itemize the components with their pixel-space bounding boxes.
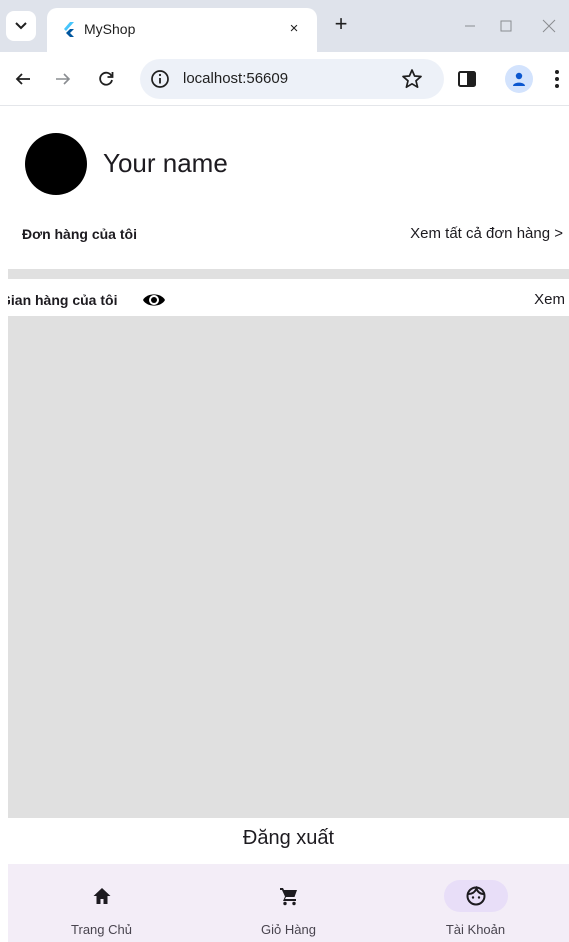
shopping-cart-icon xyxy=(279,888,297,906)
minimize-icon xyxy=(465,25,475,27)
nav-label-account: Tài Khoản xyxy=(445,922,506,937)
tab-search-button[interactable] xyxy=(6,11,36,41)
profile-button[interactable] xyxy=(505,65,533,93)
nav-item-account[interactable]: Tài Khoản xyxy=(382,864,569,942)
store-content-area xyxy=(8,316,569,818)
tab-title: MyShop xyxy=(84,21,136,37)
view-all-orders-link[interactable]: Xem tất cả đơn hàng > xyxy=(410,225,563,242)
flutter-icon xyxy=(64,22,74,37)
new-tab-button[interactable]: + xyxy=(328,12,354,38)
forward-arrow-icon xyxy=(56,73,71,85)
url-text: localhost:56609 xyxy=(183,70,289,87)
nav-icon-container-active xyxy=(443,880,508,912)
browser-tab[interactable]: MyShop × xyxy=(47,8,317,52)
my-store-title: Gian hàng của tôi xyxy=(8,292,118,308)
plus-icon: + xyxy=(334,11,348,36)
view-store-link[interactable]: Xem xyxy=(534,291,565,308)
info-icon xyxy=(151,70,169,88)
kebab-menu-icon[interactable] xyxy=(548,66,566,92)
minimize-button[interactable] xyxy=(450,8,490,44)
nav-item-home[interactable]: Trang Chủ xyxy=(8,864,195,942)
tab-search-icon xyxy=(15,22,27,30)
nav-label-home: Trang Chủ xyxy=(71,922,132,937)
tab-close-button[interactable]: × xyxy=(283,18,305,40)
back-button[interactable] xyxy=(8,64,38,94)
maximize-icon xyxy=(500,20,512,32)
browser-tab-strip: MyShop × + xyxy=(0,0,569,52)
my-orders-row: Đơn hàng của tôi Xem tất cả đơn hàng > xyxy=(8,221,569,247)
avatar[interactable] xyxy=(25,133,87,195)
account-face-icon xyxy=(466,886,485,906)
window-close-icon xyxy=(542,19,556,33)
nav-icon-container xyxy=(257,880,321,912)
my-orders-title: Đơn hàng của tôi xyxy=(22,226,137,242)
window-close-button[interactable] xyxy=(529,8,569,44)
eye-icon[interactable] xyxy=(142,291,166,309)
profile-icon xyxy=(513,72,525,86)
home-icon xyxy=(93,888,110,904)
close-icon: × xyxy=(289,20,299,37)
address-bar[interactable]: localhost:56609 xyxy=(140,59,444,99)
browser-toolbar: localhost:56609 xyxy=(0,52,569,106)
logout-button[interactable]: Đăng xuất xyxy=(8,827,569,850)
back-arrow-icon xyxy=(15,73,30,85)
account-page: Your name Đơn hàng của tôi Xem tất cả đơ… xyxy=(8,107,569,942)
my-store-row: Gian hàng của tôi Xem xyxy=(8,286,569,314)
section-divider xyxy=(8,269,569,279)
nav-icon-container xyxy=(70,880,134,912)
side-panel-icon[interactable] xyxy=(454,66,480,92)
maximize-button[interactable] xyxy=(486,8,526,44)
user-name: Your name xyxy=(103,148,228,178)
nav-item-cart[interactable]: Giỏ Hàng xyxy=(195,864,382,942)
bottom-navigation-bar: Trang Chủ Giỏ Hàng Tài Khoản xyxy=(8,864,569,942)
star-icon[interactable] xyxy=(400,67,424,91)
forward-button[interactable] xyxy=(48,64,78,94)
reload-button[interactable] xyxy=(91,64,121,94)
reload-icon xyxy=(99,71,114,86)
nav-label-cart: Giỏ Hàng xyxy=(261,922,316,937)
